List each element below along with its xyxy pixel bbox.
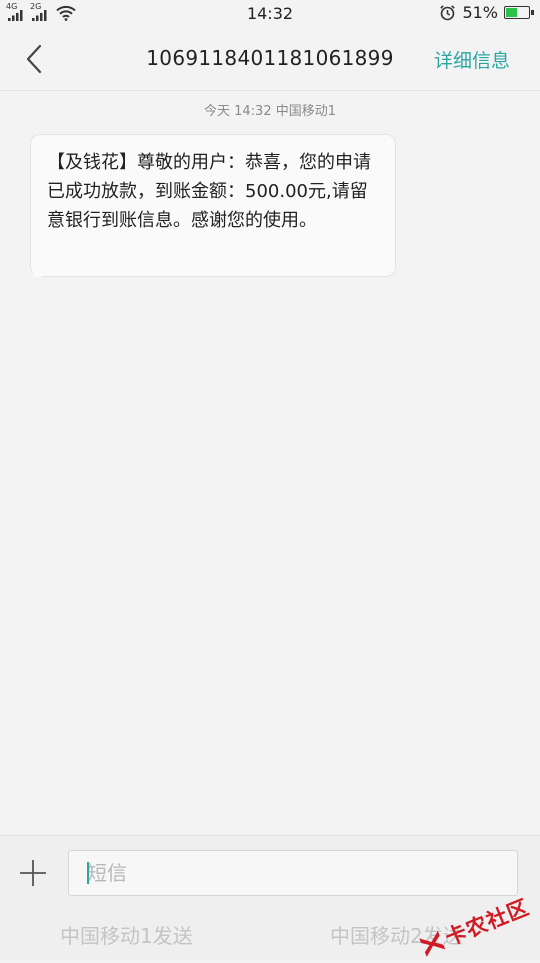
battery-icon <box>504 6 534 19</box>
status-right: 51% <box>439 3 534 22</box>
composer: 中国移动1发送 中国移动2发送 卡农社区 <box>0 835 540 960</box>
text-cursor <box>87 862 89 884</box>
status-bar: 4G 2G 14:32 51% <box>0 0 540 28</box>
details-button[interactable]: 详细信息 <box>434 46 510 73</box>
attach-button[interactable] <box>16 856 50 890</box>
watermark-text: 卡农社区 <box>442 895 533 951</box>
send-sim1-button[interactable]: 中国移动1发送 <box>60 920 193 949</box>
battery-nub <box>531 10 534 15</box>
alarm-clock-icon <box>440 5 456 21</box>
battery-fill <box>506 8 517 17</box>
watermark: 卡农社区 <box>415 891 534 962</box>
sms-input[interactable] <box>68 850 518 896</box>
conversation-header: 1069118401181061899 详细信息 <box>0 28 540 91</box>
message-bubble[interactable]: 【及钱花】尊敬的用户：恭喜，您的申请已成功放款，到账金额：500.00元,请留意… <box>30 134 396 278</box>
bubble-tail <box>31 268 41 278</box>
battery-percent: 51% <box>462 3 498 22</box>
message-text: 【及钱花】尊敬的用户：恭喜，您的申请已成功放款，到账金额：500.00元,请留意… <box>47 152 371 231</box>
plus-icon <box>20 860 46 886</box>
message-timestamp: 今天 14:32 中国移动1 <box>204 104 336 119</box>
